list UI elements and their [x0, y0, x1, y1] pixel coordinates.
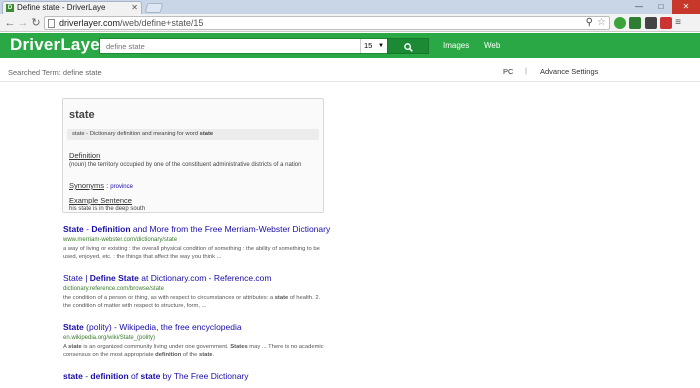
- definition-card: state state - Dictionary definition and …: [62, 98, 324, 213]
- searched-term-label: Searched Term:: [8, 68, 61, 77]
- back-arrow-icon[interactable]: ←: [3, 16, 17, 30]
- search-input[interactable]: [100, 39, 358, 53]
- minimize-button[interactable]: —: [628, 0, 650, 14]
- nav-images-link[interactable]: Images: [443, 40, 469, 52]
- search-subheader: Searched Term: define state PC | Advance…: [0, 62, 700, 82]
- search-result: State (polity) - Wikipedia, the free enc…: [63, 322, 363, 359]
- star-icon[interactable]: ☆: [597, 17, 606, 29]
- chevron-down-icon: ▼: [378, 43, 384, 49]
- advance-settings-link[interactable]: Advance Settings: [540, 67, 598, 76]
- synonym-link[interactable]: province: [110, 184, 133, 190]
- result-title-link[interactable]: state - definition of state by The Free …: [63, 371, 363, 382]
- extension-badge-icon[interactable]: [645, 17, 657, 29]
- text-segment: at Dictionary.com - Reference.com: [138, 273, 272, 283]
- text-segment: State |: [63, 273, 90, 283]
- meaning-word: state: [199, 131, 214, 137]
- search-result: state - definition of state by The Free …: [63, 371, 363, 382]
- highlighted-text: Definition: [91, 224, 131, 234]
- highlighted-text: Define State: [89, 273, 139, 283]
- text-segment: a way of living or existing : the overal…: [63, 246, 320, 260]
- result-snippet: the condition of a person or thing, as w…: [63, 294, 325, 310]
- result-count-value: 15: [364, 41, 373, 50]
- forward-arrow-icon[interactable]: →: [16, 16, 30, 30]
- url-host: driverlayer.com: [59, 18, 121, 28]
- reload-icon[interactable]: ↻: [29, 16, 43, 30]
- result-snippet: a way of living or existing : the overal…: [63, 245, 325, 261]
- synonyms-separator: :: [106, 181, 109, 190]
- address-bar[interactable]: driverlayer.com/web/define+state/15 ⚲ ☆: [44, 16, 610, 30]
- text-segment: .: [212, 352, 215, 358]
- highlighted-text: definition: [90, 371, 129, 381]
- highlighted-text: definition: [155, 352, 182, 358]
- result-title-link[interactable]: State (polity) - Wikipedia, the free enc…: [63, 322, 363, 333]
- searched-term: Searched Term: define state: [8, 68, 102, 77]
- highlighted-text: State: [63, 322, 84, 332]
- maximize-button[interactable]: □: [650, 0, 672, 14]
- site-favicon-icon: D: [6, 4, 14, 12]
- result-url: en.wikipedia.org/wiki/State_(polity): [63, 335, 156, 341]
- browser-tab[interactable]: D Define state - DriverLaye ✕: [2, 1, 142, 14]
- search-button[interactable]: [387, 38, 429, 54]
- result-title-link[interactable]: State - Definition and More from the Fre…: [63, 224, 363, 235]
- text-segment: is an organized community living under o…: [81, 344, 231, 350]
- page-icon: [48, 19, 55, 28]
- browser-toolbar: ← → ↻ driverlayer.com/web/define+state/1…: [0, 14, 700, 32]
- browser-titlebar: D Define state - DriverLaye ✕ — □ ✕: [0, 0, 700, 14]
- text-segment: and More from the Free Merriam-Webster D…: [130, 224, 331, 234]
- search-result: State - Definition and More from the Fre…: [63, 224, 363, 261]
- result-title-link[interactable]: State | Define State at Dictionary.com -…: [63, 273, 363, 284]
- extension-red-icon[interactable]: [660, 17, 672, 29]
- result-snippet: A state is an organized community living…: [63, 343, 325, 359]
- nav-web-link[interactable]: Web: [484, 40, 500, 52]
- synonyms-row: Synonyms : province: [69, 181, 133, 190]
- highlighted-text: state: [63, 371, 83, 381]
- highlighted-text: state: [274, 295, 289, 301]
- zoom-icon[interactable]: ⚲: [586, 17, 593, 29]
- text-segment: of the: [181, 352, 199, 358]
- result-url: www.merriam-webster.com/dictionary/state: [63, 237, 178, 243]
- highlighted-text: state: [140, 371, 161, 381]
- shield-icon[interactable]: [629, 17, 641, 29]
- meaning-bar: state - Dictionary definition and meanin…: [67, 129, 319, 140]
- search-box: 15 ▼: [99, 38, 429, 54]
- window-close-button[interactable]: ✕: [672, 0, 700, 14]
- definition-text: (noun) the territory occupied by one of …: [69, 162, 302, 168]
- highlighted-text: States: [230, 344, 248, 350]
- definition-heading: Definition: [69, 151, 101, 160]
- highlighted-text: state: [199, 352, 213, 358]
- highlighted-text: state: [68, 344, 82, 350]
- tab-title: Define state - DriverLaye: [17, 3, 106, 12]
- result-count-select[interactable]: 15 ▼: [360, 39, 386, 53]
- searched-term-value: define state: [62, 68, 102, 77]
- text-segment: by The Free Dictionary: [160, 371, 249, 381]
- site-header: DriverLayer 15 ▼ Images Web: [0, 33, 700, 58]
- tab-close-icon[interactable]: ✕: [131, 2, 138, 14]
- result-url: dictionary.reference.com/browse/state: [63, 286, 164, 292]
- divider: |: [525, 66, 527, 75]
- definition-word: state: [69, 109, 95, 121]
- extension-icon[interactable]: [614, 17, 626, 29]
- driverlayer-logo[interactable]: DriverLayer: [10, 35, 107, 55]
- meaning-text: state - Dictionary definition and meanin…: [72, 131, 198, 137]
- synonyms-heading: Synonyms: [69, 181, 105, 190]
- url-path: /web/define+state/15: [120, 18, 204, 28]
- window-controls: — □ ✕: [628, 0, 700, 14]
- menu-icon[interactable]: ≡: [672, 17, 684, 29]
- highlighted-text: State: [63, 224, 84, 234]
- text-segment: of: [128, 371, 141, 381]
- example-text: his state is in the deep south: [69, 206, 146, 212]
- new-tab-button[interactable]: [144, 3, 164, 13]
- pc-link[interactable]: PC: [503, 67, 513, 76]
- example-heading: Example Sentence: [69, 196, 132, 205]
- text-segment: the condition of a person or thing, as w…: [63, 295, 275, 301]
- text-segment: (polity) - Wikipedia, the free encyclope…: [83, 322, 242, 332]
- search-result: State | Define State at Dictionary.com -…: [63, 273, 363, 310]
- search-icon: [403, 43, 413, 52]
